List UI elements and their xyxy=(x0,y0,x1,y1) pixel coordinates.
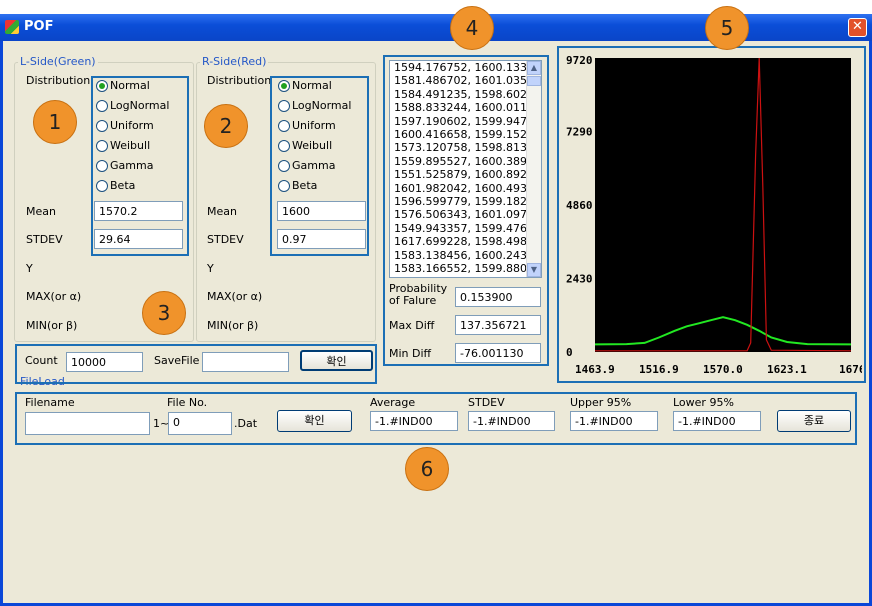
annotation-box-2 xyxy=(270,76,369,256)
r-min-label: MIN(or β) xyxy=(207,319,259,332)
annotation-marker-6: 6 xyxy=(405,447,449,491)
r-distribution-label: Distribution xyxy=(207,74,272,87)
annotation-marker-4: 4 xyxy=(450,6,494,50)
annotation-marker-3: 3 xyxy=(142,291,186,335)
annotation-marker-2: 2 xyxy=(204,104,248,148)
l-stdev-label: STDEV xyxy=(26,233,63,246)
r-y-label: Y xyxy=(207,262,214,275)
l-side-label: L-Side(Green) xyxy=(18,55,98,68)
l-y-label: Y xyxy=(26,262,33,275)
annotation-box-6 xyxy=(15,392,857,445)
r-max-label: MAX(or α) xyxy=(207,290,263,303)
close-x-icon[interactable]: ✕ xyxy=(848,18,867,37)
l-distribution-label: Distribution xyxy=(26,74,91,87)
annotation-box-5 xyxy=(557,46,866,383)
window-title: POF xyxy=(24,19,54,34)
app-icon xyxy=(5,20,19,34)
l-min-label: MIN(or β) xyxy=(26,319,78,332)
annotation-box-4 xyxy=(383,55,549,366)
annotation-marker-5: 5 xyxy=(705,6,749,50)
r-stdev-label: STDEV xyxy=(207,233,244,246)
annotation-marker-1: 1 xyxy=(33,100,77,144)
r-mean-label: Mean xyxy=(207,205,237,218)
annotation-box-3 xyxy=(15,344,377,384)
r-side-label: R-Side(Red) xyxy=(200,55,269,68)
l-max-label: MAX(or α) xyxy=(26,290,82,303)
annotation-box-1 xyxy=(91,76,189,256)
l-mean-label: Mean xyxy=(26,205,56,218)
